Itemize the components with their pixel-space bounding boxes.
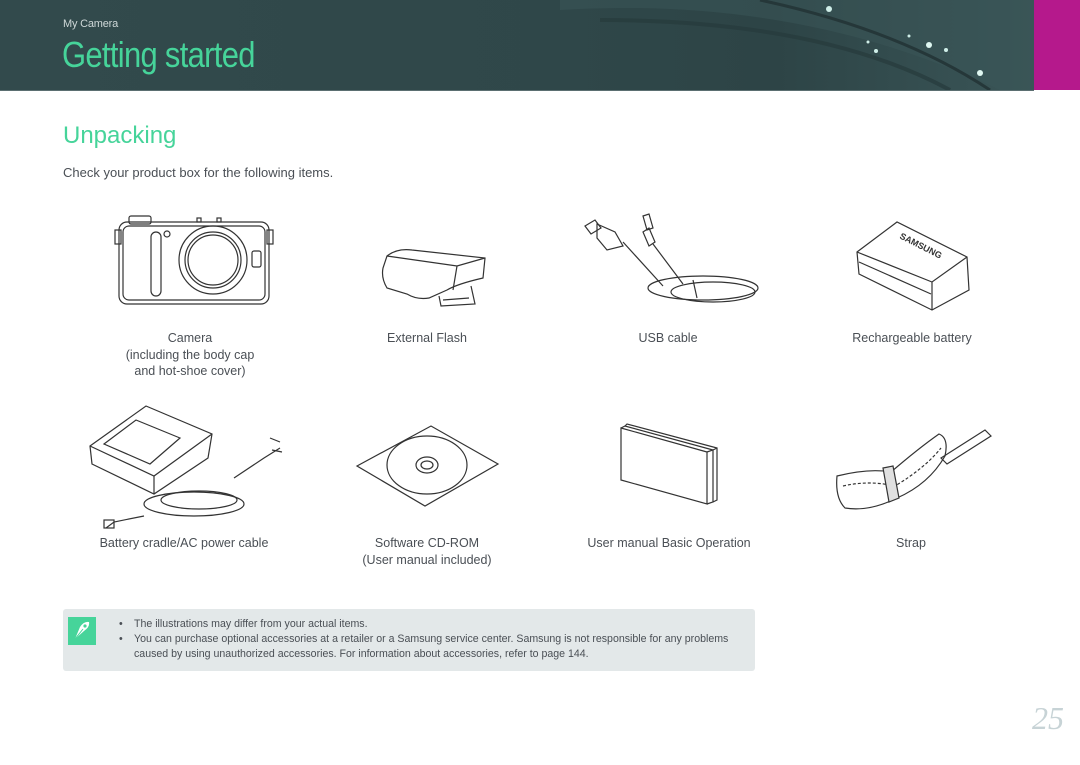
intro-text: Check your product box for the following… bbox=[63, 165, 334, 180]
note-list: • The illustrations may differ from your … bbox=[119, 617, 739, 662]
note-item: • You can purchase optional accessories a… bbox=[119, 633, 729, 660]
item-label: Software CD-ROM bbox=[374, 536, 480, 550]
cd-rom-icon bbox=[355, 425, 499, 507]
item-usb-cable: USB cable bbox=[568, 208, 768, 358]
item-external-flash: External Flash bbox=[327, 208, 527, 358]
item-label: External Flash bbox=[387, 331, 467, 345]
usb-cable-icon bbox=[584, 213, 759, 303]
camera-icon bbox=[114, 215, 274, 305]
item-label: Rechargeable battery bbox=[852, 331, 972, 345]
battery-cradle-icon bbox=[89, 405, 283, 529]
section-heading: Unpacking bbox=[63, 122, 177, 149]
item-label: Camera bbox=[167, 331, 213, 345]
item-label-detail: and hot-shoe cover) bbox=[134, 364, 246, 378]
page-header: My Camera Getting started bbox=[0, 0, 1034, 91]
note-pen-icon bbox=[68, 617, 96, 645]
note-item: • The illustrations may differ from your … bbox=[119, 618, 368, 630]
battery-icon: SAMSUNG bbox=[856, 221, 970, 311]
item-label: User manual Basic Operation bbox=[587, 536, 751, 550]
battery-brand-text: SAMSUNG bbox=[898, 231, 944, 261]
item-camera: Camera (including the body cap and hot-s… bbox=[90, 208, 290, 383]
item-battery-cradle: Battery cradle/AC power cable bbox=[84, 398, 284, 558]
note-box: • The illustrations may differ from your … bbox=[63, 609, 755, 671]
breadcrumb[interactable]: My Camera bbox=[63, 18, 118, 30]
strap-icon bbox=[835, 429, 992, 510]
user-manual-icon bbox=[619, 423, 718, 505]
item-label: Battery cradle/AC power cable bbox=[99, 536, 269, 550]
item-label: Strap bbox=[896, 536, 926, 550]
item-strap: Strap bbox=[811, 418, 1011, 558]
item-battery: SAMSUNG Rechargeable battery bbox=[812, 208, 1012, 358]
page-number: 25 bbox=[1032, 700, 1064, 736]
section-tab[interactable] bbox=[1034, 0, 1080, 90]
page-title: Getting started bbox=[62, 34, 255, 75]
item-cd-rom: Software CD-ROM (User manual included) bbox=[327, 418, 527, 578]
item-label-detail: (User manual included) bbox=[362, 552, 492, 567]
item-label: USB cable bbox=[638, 331, 698, 345]
item-user-manual: User manual Basic Operation bbox=[569, 418, 769, 558]
external-flash-icon bbox=[381, 249, 486, 307]
item-label-detail: (including the body cap bbox=[125, 347, 255, 362]
